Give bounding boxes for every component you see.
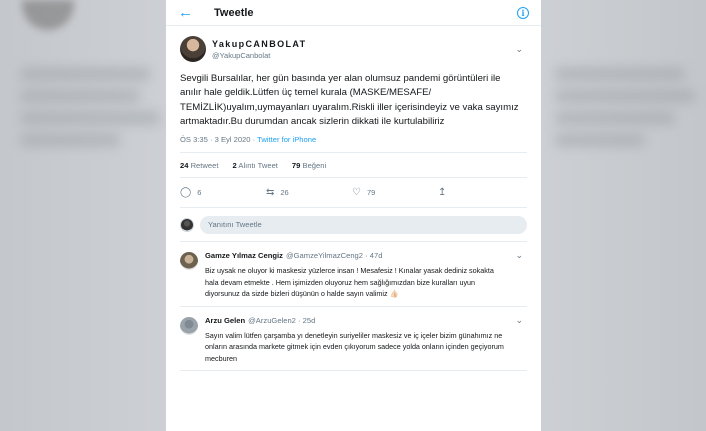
reply-author-name[interactable]: Arzu Gelen xyxy=(205,316,245,325)
reply-icon: ◯ xyxy=(180,187,192,199)
reply-header: Arzu Gelen @ArzuGelen2 · 25d ⌄ xyxy=(205,315,527,326)
reply-composer: Yanıtını Tweetle xyxy=(180,208,527,243)
quotes-label: Alıntı Tweet xyxy=(238,160,278,170)
reply-header: Gamze Yılmaz Cengiz @GamzeYilmazCeng2 · … xyxy=(205,250,527,261)
tweet-source[interactable]: Twitter for iPhone xyxy=(257,135,316,144)
retweet-count: 26 xyxy=(280,188,289,198)
retweets-count: 24 xyxy=(180,160,189,170)
retweets-stat[interactable]: 24 Retweet xyxy=(180,161,218,170)
tweet-time[interactable]: ÖS 3:35 · 3 Eyl 2020 · xyxy=(180,135,257,144)
author-row: YakupCANBOLAT @YakupCanbolat ⌄ xyxy=(180,36,527,62)
modal-title: Tweetle xyxy=(214,6,254,19)
retweets-label: Retweet xyxy=(190,160,219,170)
reply-count: 6 xyxy=(197,188,202,198)
author-names: YakupCANBOLAT @YakupCanbolat xyxy=(212,39,515,60)
background-text xyxy=(20,134,120,146)
avatar[interactable] xyxy=(180,36,206,62)
tweet-text: Sevgili Bursalılar, her gün basında yer … xyxy=(180,73,519,127)
reply-button[interactable]: ◯ 6 xyxy=(180,187,266,198)
like-count: 79 xyxy=(366,188,376,198)
tweet-modal: ← Tweetle i YakupCANBOLAT @YakupCanbolat… xyxy=(166,0,541,431)
tweet-actions: ◯ 6 ⇆ 26 ♡ 79 ↥ xyxy=(180,178,527,209)
quotes-count: 2 xyxy=(232,160,237,170)
background-avatar xyxy=(22,0,74,30)
chevron-down-icon[interactable]: ⌄ xyxy=(515,315,523,326)
like-button[interactable]: ♡ 79 xyxy=(352,187,438,198)
chevron-down-icon[interactable]: ⌄ xyxy=(515,44,523,55)
likes-label: Beğeni xyxy=(302,160,327,170)
avatar[interactable] xyxy=(180,252,198,271)
likes-count: 79 xyxy=(291,160,301,170)
author-name[interactable]: YakupCANBOLAT xyxy=(212,39,515,49)
main-tweet: YakupCANBOLAT @YakupCanbolat ⌄ Sevgili B… xyxy=(166,26,541,372)
chevron-down-icon[interactable]: ⌄ xyxy=(515,250,523,261)
likes-stat[interactable]: 79 Beğeni xyxy=(292,161,326,170)
reply-input[interactable]: Yanıtını Tweetle xyxy=(200,215,527,234)
retweet-icon: ⇆ xyxy=(266,187,275,199)
reply-author-name[interactable]: Gamze Yılmaz Cengiz xyxy=(205,251,283,260)
reply-text: Sayın valim lütfen çarşamba yı denetleyi… xyxy=(205,330,504,363)
tweet-stats: 24 Retweet 2 Alıntı Tweet 79 Beğeni xyxy=(180,152,527,179)
heart-icon: ♡ xyxy=(352,187,361,199)
background-text xyxy=(555,90,695,102)
modal-header: ← Tweetle i xyxy=(166,0,541,26)
share-icon: ↥ xyxy=(438,187,447,199)
author-handle[interactable]: @YakupCanbolat xyxy=(212,51,515,60)
reply-body: Gamze Yılmaz Cengiz @GamzeYilmazCeng2 · … xyxy=(205,250,527,300)
quotes-stat[interactable]: 2 Alıntı Tweet xyxy=(232,161,277,170)
background-text xyxy=(555,112,675,124)
reply-author-handle[interactable]: @ArzuGelen2 · 25d xyxy=(248,316,515,325)
background-text xyxy=(20,90,140,102)
arrow-left-icon[interactable]: ← xyxy=(178,4,202,21)
reply-author-handle[interactable]: @GamzeYilmazCeng2 · 47d xyxy=(286,251,516,260)
avatar[interactable] xyxy=(180,316,198,335)
info-icon[interactable]: i xyxy=(517,6,529,19)
background-text xyxy=(555,68,685,80)
background-text xyxy=(20,112,160,124)
avatar xyxy=(180,217,194,232)
retweet-button[interactable]: ⇆ 26 xyxy=(266,187,352,198)
reply-text: Biz uysak ne oluyor ki maskesiz yüzlerce… xyxy=(205,266,494,299)
list-item[interactable]: Gamze Yılmaz Cengiz @GamzeYilmazCeng2 · … xyxy=(180,242,527,307)
background-text xyxy=(555,134,645,146)
reply-body: Arzu Gelen @ArzuGelen2 · 25d ⌄ Sayın val… xyxy=(205,315,527,365)
share-button[interactable]: ↥ xyxy=(438,187,524,198)
background-text xyxy=(20,68,150,80)
list-item[interactable]: Arzu Gelen @ArzuGelen2 · 25d ⌄ Sayın val… xyxy=(180,307,527,372)
tweet-meta: ÖS 3:35 · 3 Eyl 2020 · Twitter for iPhon… xyxy=(180,135,527,144)
